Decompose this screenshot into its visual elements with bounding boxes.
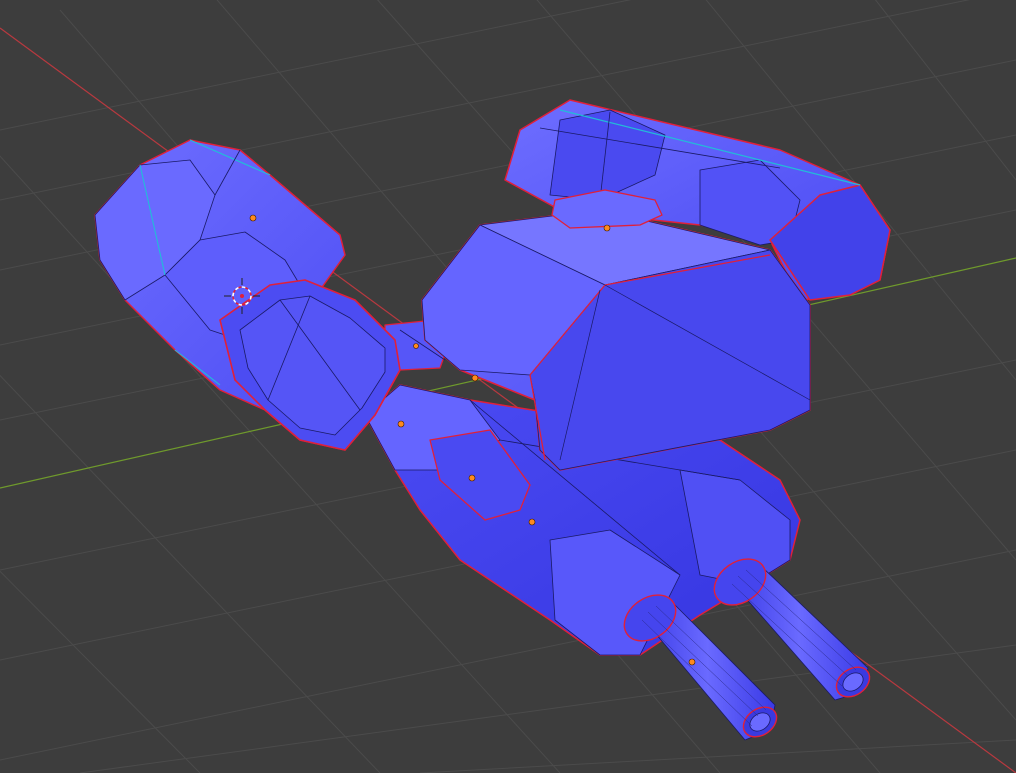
origin-dot-chassis	[468, 474, 476, 482]
3d-viewport[interactable]	[0, 0, 1016, 773]
origin-dot-chassis-front	[528, 518, 536, 526]
origin-dot-arm	[397, 420, 405, 428]
origin-dot-hatch	[603, 224, 611, 232]
viewport-canvas[interactable]	[0, 0, 1016, 773]
origin-dot-body	[471, 374, 479, 382]
origin-dot-left-pod	[249, 214, 257, 222]
origin-dot-barrel	[688, 658, 696, 666]
origin-dot-connector	[413, 343, 419, 349]
